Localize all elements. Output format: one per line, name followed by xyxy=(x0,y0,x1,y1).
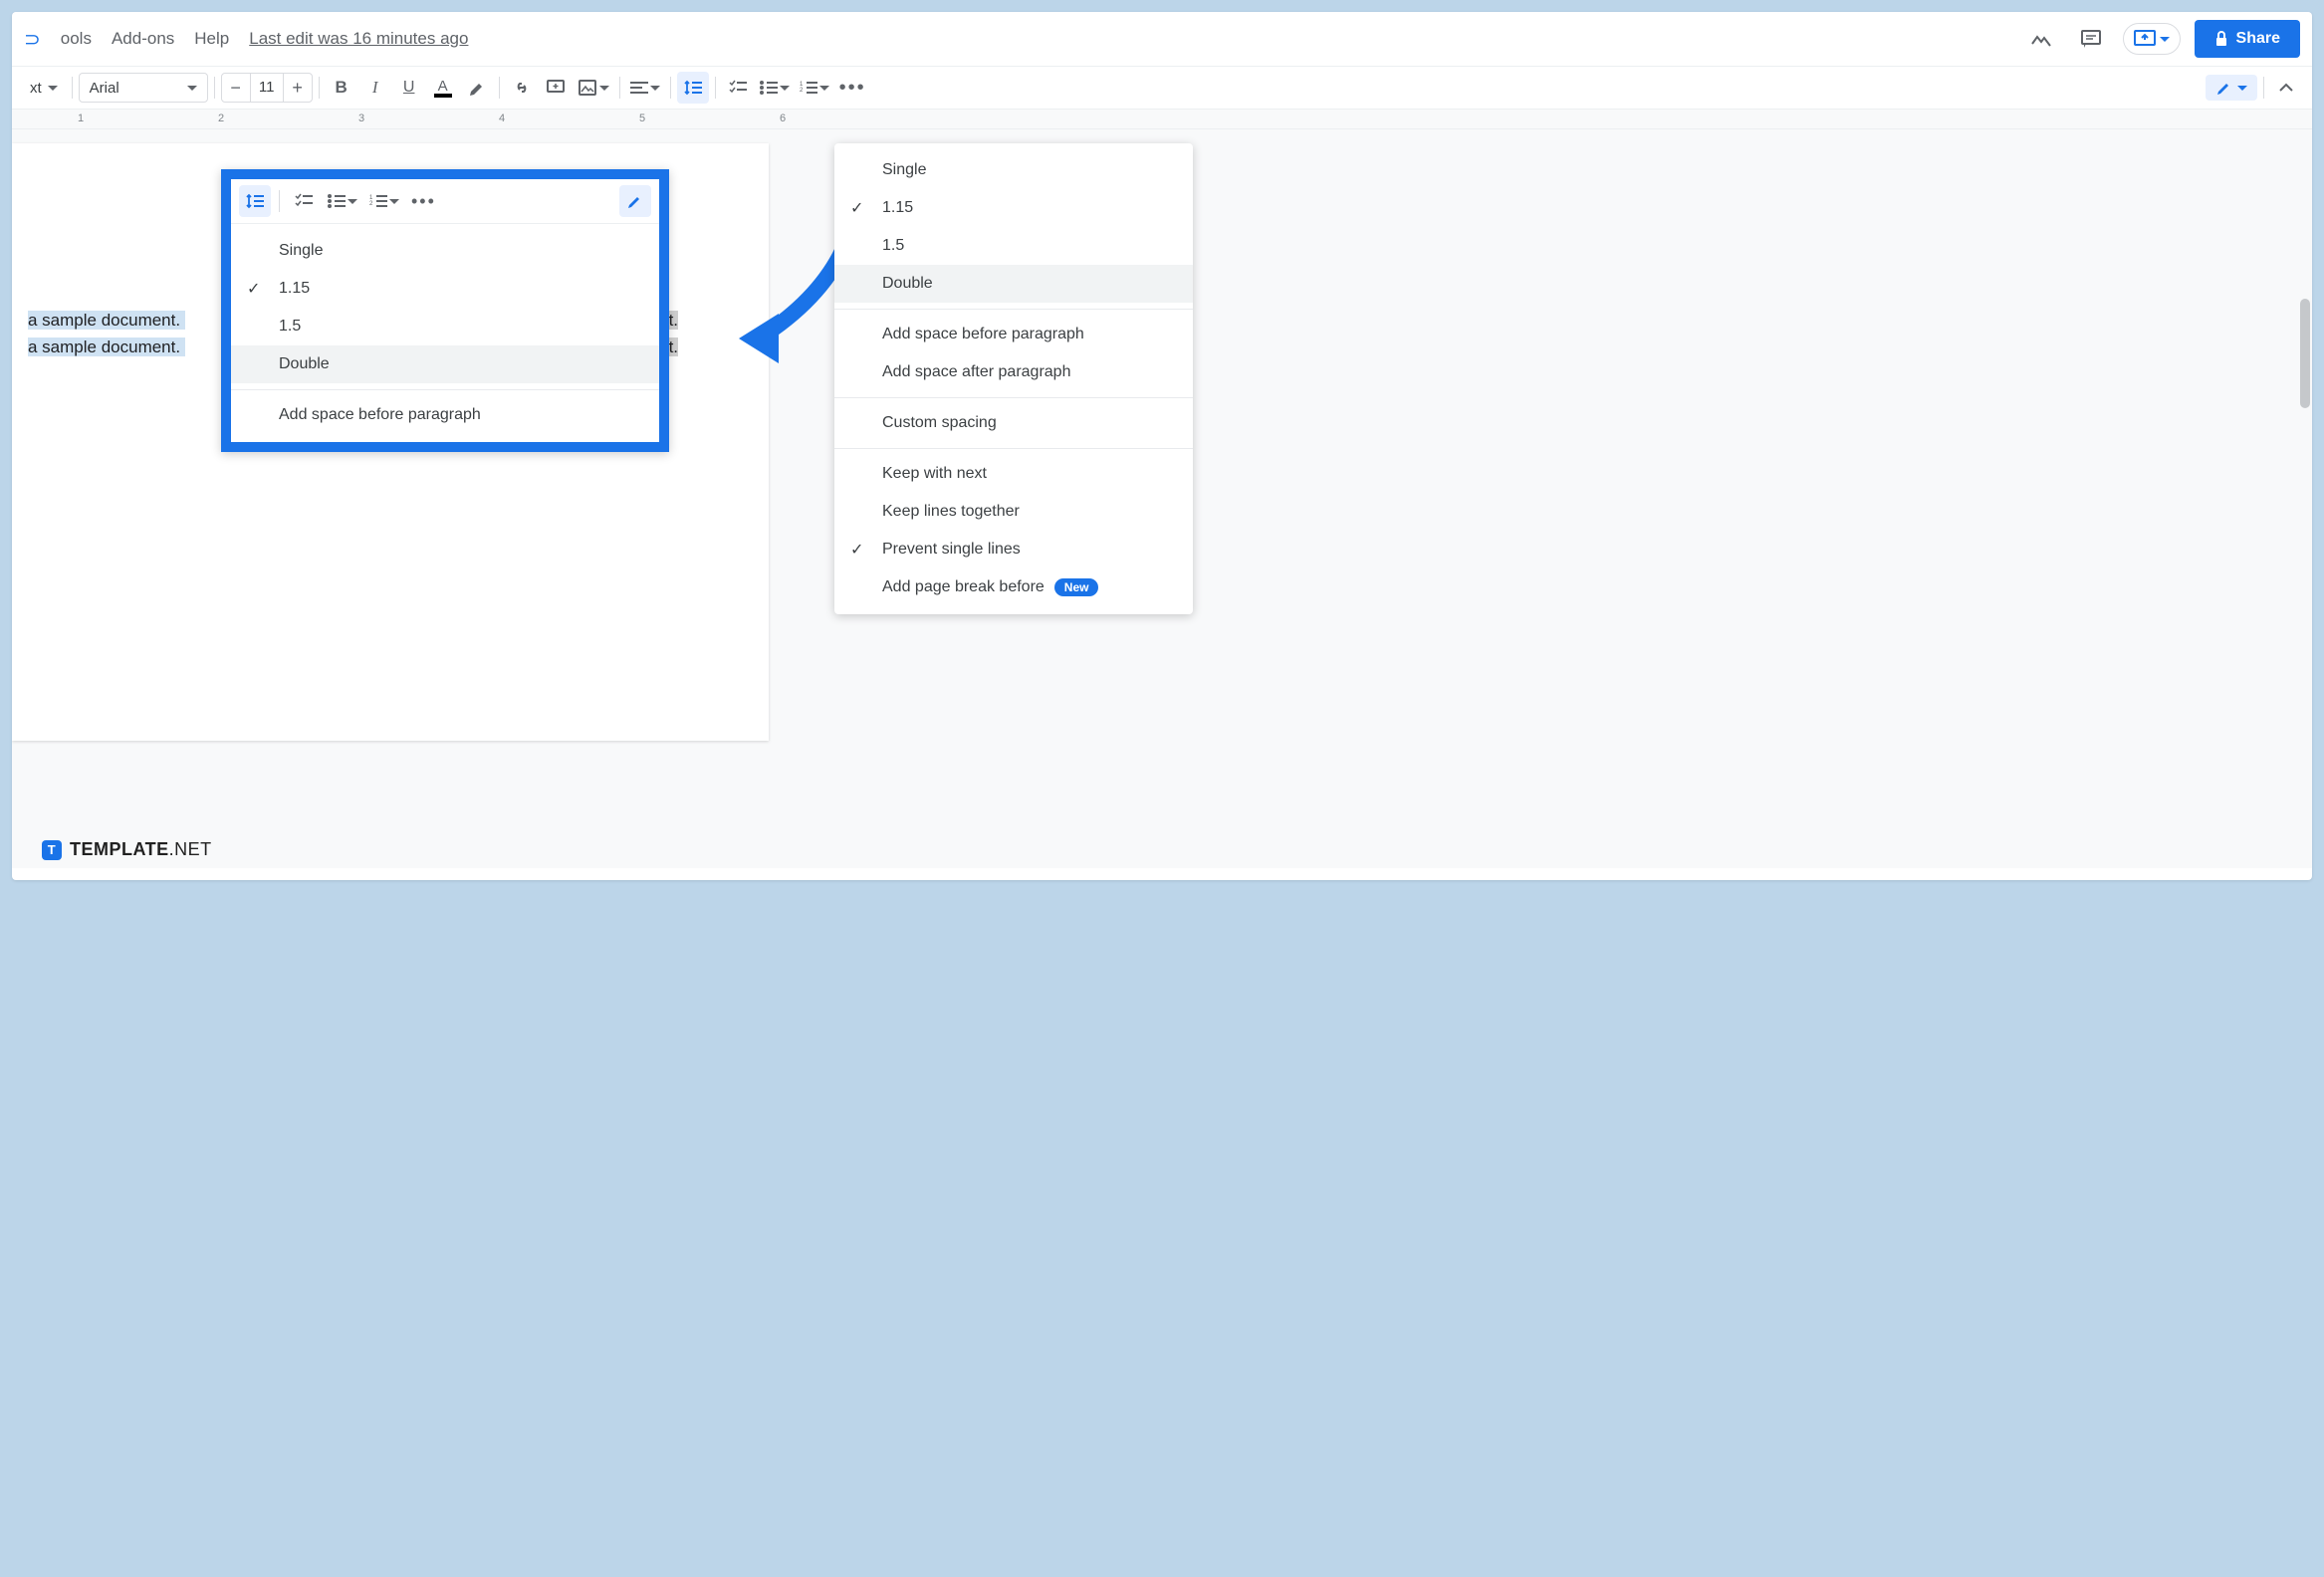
chevron-down-icon xyxy=(2160,37,2170,42)
font-size-value[interactable]: 11 xyxy=(250,74,284,102)
line-spacing-button[interactable] xyxy=(677,72,709,104)
menu-addons[interactable]: Add-ons xyxy=(112,29,174,49)
add-space-before[interactable]: Add space before paragraph xyxy=(231,396,659,434)
spacing-option-15[interactable]: 1.5 xyxy=(834,227,1193,265)
chevron-down-icon xyxy=(780,86,790,91)
comments-icon[interactable] xyxy=(2073,21,2109,57)
numbered-list-button[interactable]: 12 xyxy=(365,185,403,217)
spacing-option-single[interactable]: Single xyxy=(231,232,659,270)
doc-icon: ⊃ xyxy=(24,27,41,52)
new-badge: New xyxy=(1054,578,1099,596)
numbered-list-button[interactable]: 12 xyxy=(796,72,833,104)
menu-help[interactable]: Help xyxy=(194,29,229,49)
callout-box: 12 ••• Single ✓1.15 1.5 Double Add space… xyxy=(221,169,669,452)
ruler-mark: 1 xyxy=(78,113,84,124)
font-size-control: − 11 + xyxy=(221,73,313,103)
checklist-button[interactable] xyxy=(722,72,754,104)
align-button[interactable] xyxy=(626,72,664,104)
spacing-option-double[interactable]: Double xyxy=(834,265,1193,303)
pencil-icon xyxy=(2215,79,2233,97)
image-button[interactable] xyxy=(574,72,613,104)
paragraph-style-select[interactable]: xt xyxy=(22,72,66,104)
menu-tools[interactable]: ools xyxy=(61,29,92,49)
increase-size-button[interactable]: + xyxy=(284,74,312,102)
activity-icon[interactable] xyxy=(2023,21,2059,57)
editing-mode-button[interactable] xyxy=(2206,75,2257,101)
app-window: ⊃ ools Add-ons Help Last edit was 16 min… xyxy=(12,12,2312,880)
present-button[interactable] xyxy=(2123,23,2181,55)
svg-text:2: 2 xyxy=(369,201,373,207)
menu-separator xyxy=(834,448,1193,449)
menu-separator xyxy=(834,397,1193,398)
spacing-option-double[interactable]: Double xyxy=(231,345,659,383)
bold-button[interactable]: B xyxy=(326,72,357,104)
checklist-button[interactable] xyxy=(288,185,320,217)
more-button[interactable]: ••• xyxy=(407,185,440,217)
chevron-down-icon xyxy=(48,86,58,91)
link-button[interactable] xyxy=(506,72,538,104)
underline-button[interactable]: U xyxy=(393,72,425,104)
add-space-after[interactable]: Add space after paragraph xyxy=(834,353,1193,391)
collapse-button[interactable] xyxy=(2270,72,2302,104)
ruler-mark: 6 xyxy=(780,113,786,124)
document-area: a sample document. cument. a sample docu… xyxy=(12,129,2312,868)
add-page-break-before[interactable]: Add page break beforeNew xyxy=(834,568,1193,606)
ruler-mark: 5 xyxy=(639,113,645,124)
italic-button[interactable]: I xyxy=(359,72,391,104)
ruler-mark: 3 xyxy=(358,113,364,124)
callout-menu: Single ✓1.15 1.5 Double Add space before… xyxy=(231,224,659,442)
chevron-down-icon xyxy=(348,199,357,204)
highlight-button[interactable] xyxy=(461,72,493,104)
spacing-option-15[interactable]: 1.5 xyxy=(231,308,659,345)
pencil-icon xyxy=(626,192,644,210)
menubar: ⊃ ools Add-ons Help Last edit was 16 min… xyxy=(12,12,2312,66)
line-spacing-button[interactable] xyxy=(239,185,271,217)
last-edit-link[interactable]: Last edit was 16 minutes ago xyxy=(249,29,468,49)
font-select[interactable]: Arial xyxy=(79,73,208,103)
spacing-option-single[interactable]: Single xyxy=(834,151,1193,189)
chevron-down-icon xyxy=(599,86,609,91)
comment-button[interactable] xyxy=(540,72,572,104)
custom-spacing[interactable]: Custom spacing xyxy=(834,404,1193,442)
bullet-list-button[interactable] xyxy=(756,72,794,104)
chevron-down-icon xyxy=(2237,86,2247,91)
check-icon: ✓ xyxy=(850,198,863,218)
chevron-down-icon xyxy=(650,86,660,91)
decrease-size-button[interactable]: − xyxy=(222,74,250,102)
bullet-list-button[interactable] xyxy=(324,185,361,217)
prevent-single-lines[interactable]: ✓Prevent single lines xyxy=(834,531,1193,568)
watermark-icon: T xyxy=(42,840,62,860)
lock-icon xyxy=(2214,31,2228,47)
share-label: Share xyxy=(2236,30,2280,48)
menu-separator xyxy=(834,309,1193,310)
scrollbar[interactable] xyxy=(2300,299,2310,408)
share-button[interactable]: Share xyxy=(2195,20,2300,58)
menu-separator xyxy=(231,389,659,390)
spacing-option-115[interactable]: ✓1.15 xyxy=(834,189,1193,227)
chevron-down-icon xyxy=(389,199,399,204)
toolbar: xt Arial − 11 + B I U A xyxy=(12,66,2312,110)
callout-toolbar: 12 ••• xyxy=(231,179,659,224)
ruler[interactable]: 1 2 3 4 5 6 xyxy=(12,110,2312,129)
check-icon: ✓ xyxy=(850,540,863,560)
check-icon: ✓ xyxy=(247,279,260,299)
chevron-down-icon xyxy=(187,86,197,91)
add-space-before[interactable]: Add space before paragraph xyxy=(834,316,1193,353)
watermark: T TEMPLATE.NET xyxy=(42,839,212,860)
chevron-down-icon xyxy=(819,86,829,91)
spacing-option-115[interactable]: ✓1.15 xyxy=(231,270,659,308)
pencil-button[interactable] xyxy=(619,185,651,217)
ruler-mark: 4 xyxy=(499,113,505,124)
keep-lines-together[interactable]: Keep lines together xyxy=(834,493,1193,531)
text-color-button[interactable]: A xyxy=(427,72,459,104)
svg-text:2: 2 xyxy=(800,88,804,94)
keep-with-next[interactable]: Keep with next xyxy=(834,455,1193,493)
ruler-mark: 2 xyxy=(218,113,224,124)
more-button[interactable]: ••• xyxy=(835,72,870,104)
line-spacing-menu: Single ✓1.15 1.5 Double Add space before… xyxy=(834,143,1193,614)
